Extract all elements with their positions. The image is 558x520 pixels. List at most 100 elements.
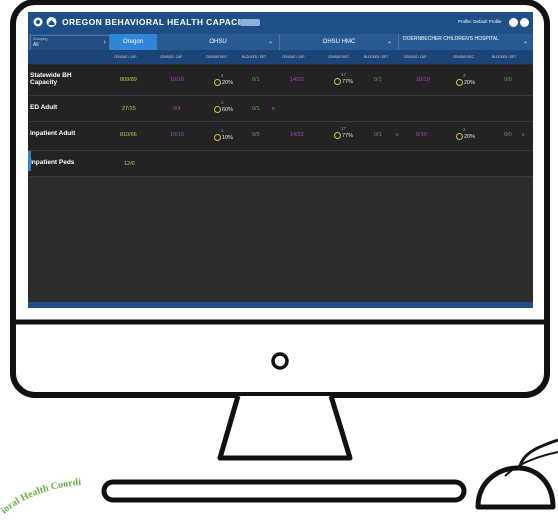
blocked-set: 0/1 bbox=[252, 106, 260, 112]
keyboard bbox=[101, 479, 467, 503]
census-cap: 10/10 bbox=[170, 132, 184, 138]
mouse bbox=[475, 465, 556, 510]
gauge-count: 2 bbox=[463, 73, 466, 78]
blocked-set: 0/1 bbox=[374, 132, 382, 138]
gauge-ring-icon bbox=[456, 79, 463, 86]
census-gauge: 2 20% bbox=[456, 127, 476, 143]
col-header: CENSUS / CAP bbox=[160, 55, 183, 59]
col-header: CENSUS / CAP bbox=[114, 55, 137, 59]
gauge-percent: 77% bbox=[342, 133, 354, 139]
oregon-census: 809/89 bbox=[120, 77, 137, 83]
gauge-count: 1 bbox=[221, 128, 224, 133]
col-header: CENSUS REC bbox=[453, 55, 474, 59]
svg-text:ioral Health Coordi: ioral Health Coordi bbox=[0, 477, 82, 516]
census-cap: 14/22 bbox=[290, 77, 304, 83]
gauge-count: 17 bbox=[341, 126, 347, 131]
gauge-percent: 77% bbox=[342, 79, 354, 85]
app-title: OREGON BEHAVIORAL HEALTH CAPACITY bbox=[62, 17, 253, 27]
home-icon[interactable] bbox=[46, 17, 57, 27]
screen-footer-bar bbox=[28, 302, 533, 308]
column-header-row: CENSUS / CAP CENSUS / CAP CENSUS REC BLO… bbox=[28, 50, 533, 64]
census-gauge: 4 20% bbox=[214, 73, 234, 89]
close-icon[interactable]: x bbox=[522, 132, 525, 138]
census-gauge: 17 77% bbox=[334, 126, 354, 142]
blocked-set: 0/1 bbox=[374, 77, 382, 83]
watermark-logo: ioral Health Coordi bbox=[0, 477, 82, 516]
watermark-text: ioral Health Coordi bbox=[0, 477, 82, 516]
profile-selector[interactable]: Profile: Default Profile bbox=[458, 19, 502, 24]
census-cap: 0/4 bbox=[173, 106, 181, 112]
col-header: BLOCKED / SET bbox=[242, 55, 267, 59]
census-cap: 14/22 bbox=[290, 132, 304, 138]
chevron-down-icon[interactable]: ⌄ bbox=[523, 34, 528, 50]
gauge-ring-icon bbox=[456, 133, 463, 140]
row-label: ED Adult bbox=[30, 104, 58, 111]
grouping-value: All bbox=[33, 42, 39, 48]
census-cap: 0/10 bbox=[416, 132, 427, 138]
gauge-percent: 60% bbox=[222, 107, 234, 113]
location-tab-oregon[interactable]: Oregon bbox=[110, 34, 156, 50]
census-gauge: 3 60% bbox=[214, 100, 234, 116]
location-tab-ohsu[interactable]: OHSU ⌄ bbox=[156, 34, 279, 50]
row-label: Inpatient Peds bbox=[30, 159, 75, 166]
gauge-percent: 10% bbox=[222, 135, 234, 141]
blocked-set: 0/0 bbox=[504, 77, 512, 83]
power-button-icon bbox=[271, 352, 289, 370]
table-row[interactable]: Inpatient Peds 12/0 bbox=[28, 151, 533, 177]
chevron-down-icon[interactable]: ⌄ bbox=[268, 34, 273, 50]
gauge-percent: 20% bbox=[464, 80, 476, 86]
blocked-set: 0/0 bbox=[252, 132, 260, 138]
settings-icon[interactable] bbox=[33, 17, 43, 27]
census-gauge: 17 77% bbox=[334, 72, 354, 88]
chevron-down-icon[interactable]: ⌄ bbox=[387, 34, 392, 50]
location-tab-doernbecher[interactable]: DOERNBECHER CHILDREN'S HOSPITAL ⌄ bbox=[398, 34, 533, 50]
monitor-stand bbox=[217, 395, 353, 461]
table-row[interactable]: Inpatient Adult 810/66 10/10 1 10% 0/0 1… bbox=[28, 122, 533, 151]
location-label: OHSU bbox=[209, 39, 227, 45]
row-selection-indicator bbox=[28, 151, 31, 171]
oregon-census: 27/25 bbox=[122, 106, 136, 112]
col-header: CENSUS / CAP bbox=[282, 55, 305, 59]
table-row[interactable]: ED Adult 27/25 0/4 3 60% 0/1 x bbox=[28, 96, 533, 122]
oregon-census: 810/66 bbox=[120, 132, 137, 138]
location-label: DOERNBECHER CHILDREN'S HOSPITAL bbox=[403, 36, 499, 42]
row-label: Statewide BH Capacity bbox=[30, 72, 72, 86]
location-label: Oregon bbox=[122, 39, 143, 45]
gauge-count: 4 bbox=[221, 73, 224, 78]
col-header: BLOCKED / SET bbox=[492, 55, 517, 59]
close-icon[interactable]: x bbox=[272, 106, 275, 112]
title-bar: OREGON BEHAVIORAL HEALTH CAPACITY Profil… bbox=[28, 12, 533, 34]
row-label: Inpatient Adult bbox=[30, 130, 76, 137]
col-header: CENSUS REC bbox=[328, 55, 349, 59]
close-icon[interactable]: x bbox=[396, 132, 399, 138]
gauge-ring-icon bbox=[214, 106, 221, 113]
table-row[interactable]: Statewide BH Capacity 809/89 10/10 4 20%… bbox=[28, 65, 533, 96]
location-label: OHSU HMC bbox=[322, 39, 356, 45]
gauge-percent: 20% bbox=[222, 80, 234, 86]
census-cap: 10/10 bbox=[416, 77, 430, 83]
blocked-set: 0/1 bbox=[252, 77, 260, 83]
census-gauge: 1 10% bbox=[214, 128, 234, 144]
gauge-count: 2 bbox=[463, 127, 466, 132]
gauge-ring-icon bbox=[334, 132, 341, 139]
grouping-label: Grouping bbox=[33, 37, 48, 41]
gauge-ring-icon bbox=[214, 134, 221, 141]
gauge-ring-icon bbox=[214, 79, 221, 86]
oregon-census: 12/0 bbox=[124, 161, 135, 167]
title-badge bbox=[240, 19, 260, 26]
col-header: CENSUS REC bbox=[206, 55, 227, 59]
gauge-count: 3 bbox=[221, 100, 224, 105]
location-tab-ohsu-hmc[interactable]: OHSU HMC ⌄ bbox=[279, 34, 398, 50]
census-gauge: 2 20% bbox=[456, 73, 476, 89]
census-cap: 10/10 bbox=[170, 77, 184, 83]
gauge-count: 17 bbox=[341, 72, 347, 77]
gauge-ring-icon bbox=[334, 78, 341, 85]
chevron-right-icon: › bbox=[103, 39, 106, 46]
settings-icon[interactable] bbox=[520, 18, 529, 27]
col-header: CENSUS / CAP bbox=[404, 55, 427, 59]
app-screen: OREGON BEHAVIORAL HEALTH CAPACITY Profil… bbox=[28, 12, 533, 308]
help-icon[interactable] bbox=[509, 18, 518, 27]
blocked-set: 0/0 bbox=[504, 132, 512, 138]
col-header: BLOCKED / SET bbox=[364, 55, 389, 59]
grouping-select[interactable]: Grouping All › bbox=[30, 35, 110, 51]
